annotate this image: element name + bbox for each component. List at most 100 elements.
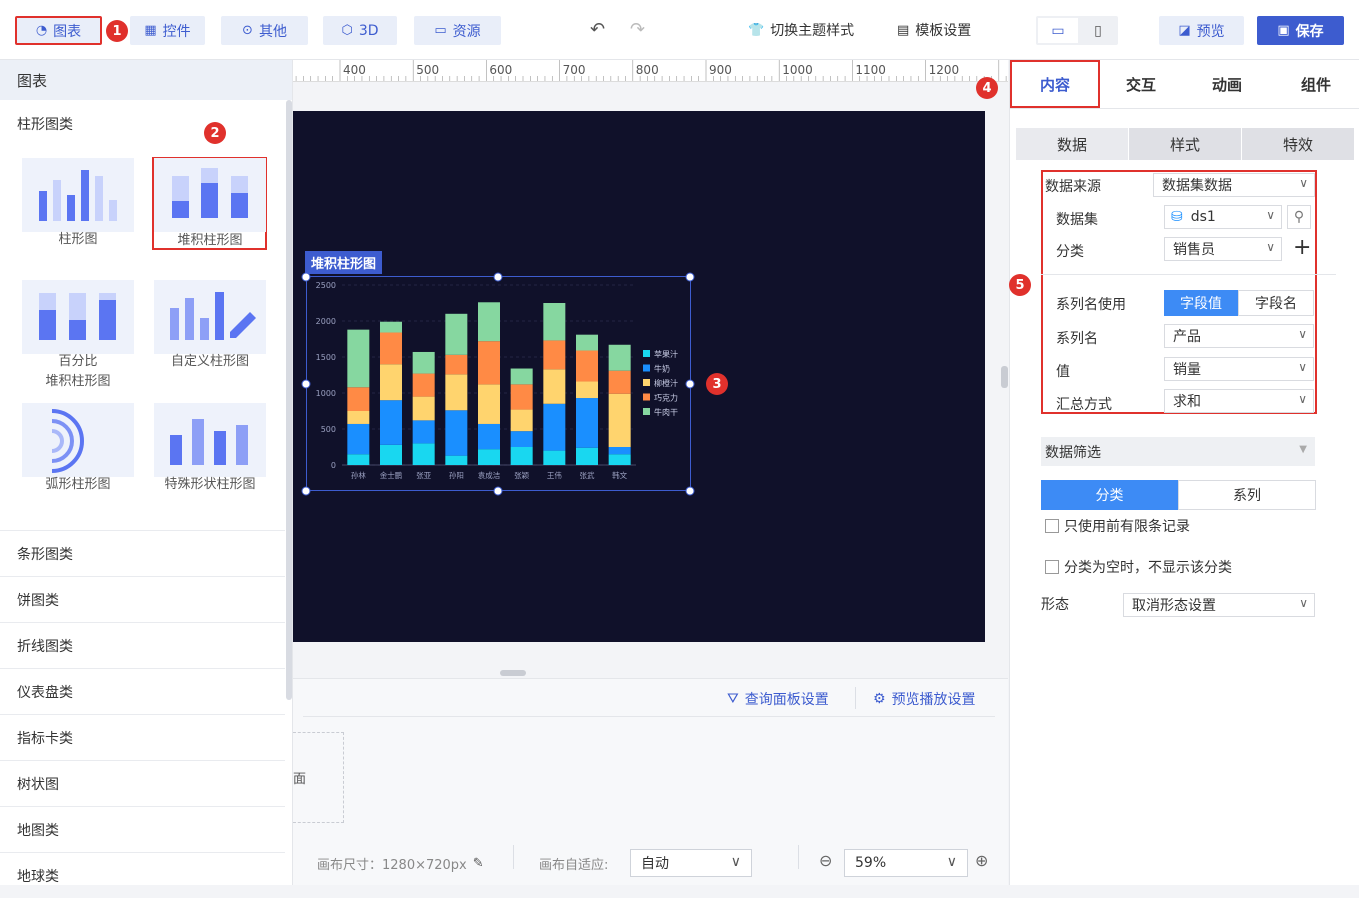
- template-settings-label: 模板设置: [915, 23, 972, 39]
- value-value: 销量: [1173, 362, 1201, 378]
- tab-component[interactable]: 组件: [1272, 60, 1359, 108]
- state-select[interactable]: 取消形态设置 ∨: [1123, 593, 1315, 617]
- aggregation-select[interactable]: 求和 ∨: [1164, 389, 1314, 413]
- column-chart-thumbnail[interactable]: [22, 158, 134, 232]
- percent-stacked-thumbnail[interactable]: [22, 280, 134, 354]
- category-gauge[interactable]: 仪表盘类: [0, 668, 285, 714]
- legend-label: 柳橙汁: [654, 378, 678, 388]
- data-filter-header[interactable]: 数据筛选 ▼: [1041, 437, 1315, 466]
- stacked-column-thumbnail[interactable]: [154, 158, 266, 232]
- control-menu-button[interactable]: ▦ 控件: [130, 16, 205, 45]
- special-column-icon: [170, 419, 248, 465]
- special-column-thumbnail[interactable]: [154, 403, 266, 477]
- aggregation-value: 求和: [1173, 394, 1201, 410]
- bar-segment: [445, 410, 468, 456]
- legend-label: 巧克力: [654, 393, 678, 403]
- chevron-down-icon: ∨: [1266, 240, 1275, 254]
- column-chart-icon: [39, 170, 117, 221]
- filter-tab-series[interactable]: 系列: [1178, 480, 1316, 510]
- canvas-vertical-scrollbar[interactable]: [1001, 366, 1008, 388]
- resource-menu-button[interactable]: ▭ 资源: [414, 16, 501, 45]
- redo-icon[interactable]: ↷: [630, 19, 645, 40]
- zoom-out-icon[interactable]: ⊖: [819, 851, 832, 870]
- search-icon[interactable]: ⚲: [1287, 205, 1311, 229]
- category-bar[interactable]: 条形图类: [0, 530, 285, 576]
- preview-button[interactable]: ◪ 预览: [1159, 16, 1244, 45]
- category-tree[interactable]: 树状图: [0, 760, 285, 806]
- bar-segment: [347, 411, 370, 424]
- arc-column-icon: [51, 409, 84, 473]
- bar-segment: [510, 447, 533, 465]
- chart-type-label: 自定义柱形图: [170, 354, 249, 369]
- tab-interaction[interactable]: 交互: [1100, 60, 1182, 108]
- series-use-label: 系列名使用: [1056, 297, 1126, 313]
- ruler-ticks: 400 500 600 700 800 900 1000 1100 1200: [295, 60, 1007, 81]
- chart-library-panel: 图表 柱形图类 2 柱形图 堆积柱形图 百分比 堆积柱形图 自定义柱形图 弧形柱…: [0, 60, 293, 885]
- zoom-select[interactable]: 59% ∨: [844, 849, 968, 877]
- state-value: 取消形态设置: [1132, 598, 1216, 614]
- zoom-in-icon[interactable]: ⊕: [975, 851, 988, 870]
- arc-column-thumbnail[interactable]: [22, 403, 134, 477]
- bar-segment: [608, 344, 631, 371]
- mobile-icon[interactable]: ▯: [1080, 18, 1116, 43]
- switch-theme-button[interactable]: 👕 切换主题样式: [748, 20, 854, 40]
- desktop-icon[interactable]: ▭: [1038, 18, 1078, 43]
- legend-label: 牛奶: [654, 364, 670, 374]
- subtab-data[interactable]: 数据: [1016, 128, 1128, 160]
- tab-content[interactable]: 内容: [1010, 60, 1100, 108]
- source-label: 数据来源: [1045, 179, 1101, 195]
- edit-icon[interactable]: ✎: [473, 856, 484, 871]
- template-settings-button[interactable]: ▤ 模板设置: [897, 20, 971, 40]
- category-line[interactable]: 折线图类: [0, 622, 285, 668]
- bar-segment: [347, 329, 370, 388]
- filter-tab-category[interactable]: 分类: [1041, 480, 1178, 510]
- canvas-resize-handle[interactable]: [500, 670, 526, 676]
- source-value: 数据集数据: [1162, 178, 1232, 194]
- legend-label: 苹果汁: [654, 349, 678, 359]
- template-icon: ▤: [897, 22, 910, 38]
- panel-scrollbar[interactable]: [286, 100, 292, 700]
- category-select[interactable]: 销售员 ∨: [1164, 237, 1282, 261]
- preview-playback-settings-link[interactable]: ⚙ 预览播放设置: [873, 689, 976, 709]
- value-select[interactable]: 销量 ∨: [1164, 357, 1314, 381]
- field-value-option[interactable]: 字段值: [1164, 290, 1238, 316]
- bar-segment: [478, 449, 500, 465]
- tab-animation[interactable]: 动画: [1182, 60, 1272, 108]
- custom-column-icon: [170, 292, 256, 340]
- query-panel-settings-link[interactable]: ⛛ 查询面板设置: [727, 689, 829, 709]
- undo-icon[interactable]: ↶: [590, 19, 605, 40]
- limit-records-checkbox[interactable]: 只使用前有限条记录: [1045, 516, 1190, 536]
- add-icon[interactable]: +: [1293, 234, 1311, 262]
- ruler-label: 900: [709, 63, 732, 77]
- bar-segment: [347, 387, 370, 411]
- bar-segment: [576, 334, 598, 351]
- category-map[interactable]: 地图类: [0, 806, 285, 852]
- hide-empty-category-checkbox[interactable]: 分类为空时，不显示该分类: [1045, 557, 1232, 577]
- subtab-effects[interactable]: 特效: [1242, 128, 1354, 160]
- device-switch: ▭ ▯: [1036, 16, 1118, 45]
- series-name-value: 产品: [1173, 329, 1201, 345]
- category-kpi[interactable]: 指标卡类: [0, 714, 285, 760]
- x-tick-label: 韩文: [612, 470, 628, 480]
- series-name-select[interactable]: 产品 ∨: [1164, 324, 1314, 348]
- x-tick-label: 袁成洁: [478, 470, 501, 480]
- save-button[interactable]: ▣ 保存: [1257, 16, 1344, 45]
- dataset-select[interactable]: ⛁ ds1 ∨: [1164, 205, 1282, 229]
- custom-column-thumbnail[interactable]: [154, 280, 266, 354]
- 3d-menu-button[interactable]: ⬡ 3D: [323, 16, 397, 45]
- query-panel-placeholder[interactable]: 面: [293, 732, 344, 823]
- chart-type-label: 柱形图: [58, 232, 98, 247]
- subtab-style[interactable]: 样式: [1129, 128, 1241, 160]
- source-select[interactable]: 数据集数据 ∨: [1153, 173, 1315, 197]
- field-name-option[interactable]: 字段名: [1238, 290, 1314, 316]
- chevron-down-icon: ∨: [1298, 360, 1307, 374]
- annotation-badge-5: 5: [1009, 274, 1031, 296]
- category-globe[interactable]: 地球类: [0, 852, 285, 898]
- category-pie[interactable]: 饼图类: [0, 576, 285, 622]
- adapt-select[interactable]: 自动 ∨: [630, 849, 752, 877]
- chart-menu-button[interactable]: ◔ 图表: [15, 16, 102, 45]
- bar-segment: [380, 364, 402, 401]
- other-menu-button[interactable]: ⊙ 其他: [221, 16, 308, 45]
- x-tick-label: 张颖: [514, 470, 529, 480]
- pie-chart-icon: ◔: [35, 23, 48, 38]
